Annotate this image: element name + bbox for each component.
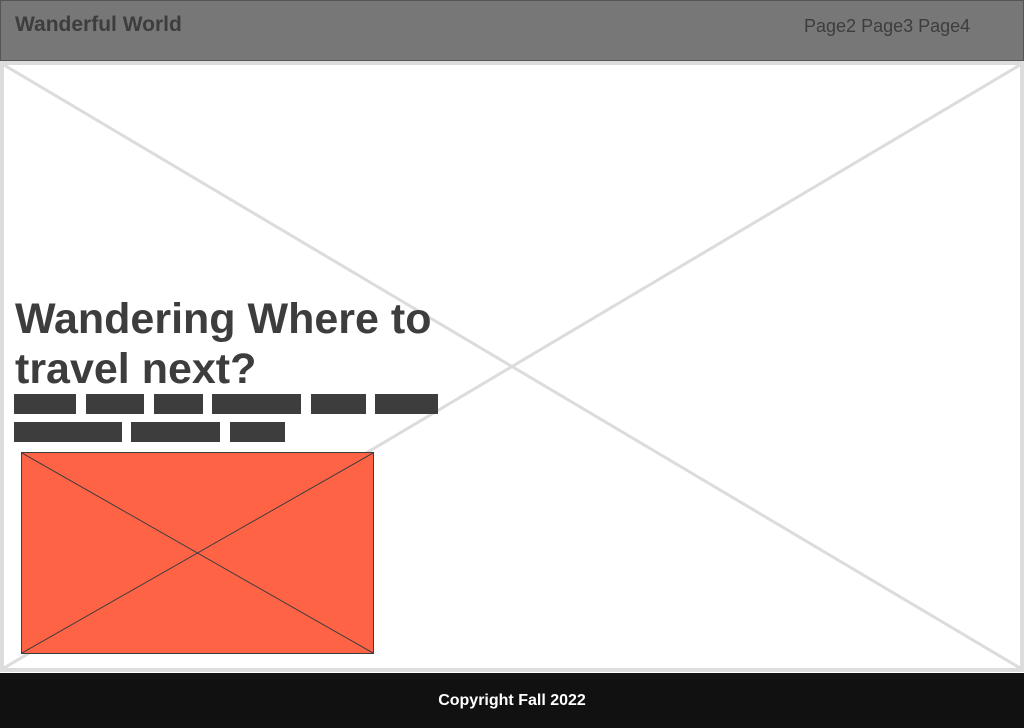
hero-headline: Wandering Where to travel next? xyxy=(15,295,432,393)
thumbnail-image-placeholder-icon xyxy=(22,453,373,653)
page: Wanderful World Page2 Page3 Page4 Wander… xyxy=(0,0,1024,728)
placeholder-text-block xyxy=(230,422,285,442)
placeholder-text-block xyxy=(375,394,438,414)
nav-link-page2[interactable]: Page2 xyxy=(804,15,856,37)
top-bar: Wanderful World Page2 Page3 Page4 xyxy=(0,0,1024,61)
site-title[interactable]: Wanderful World xyxy=(15,13,182,37)
thumbnail-image-placeholder[interactable] xyxy=(21,452,374,654)
placeholder-text-block xyxy=(14,394,76,414)
placeholder-text-block xyxy=(86,394,144,414)
copyright-text: Copyright Fall 2022 xyxy=(438,691,586,709)
top-nav: Page2 Page3 Page4 xyxy=(804,15,970,37)
placeholder-text-block xyxy=(131,422,220,442)
placeholder-text-block xyxy=(154,394,203,414)
footer: Copyright Fall 2022 xyxy=(0,673,1024,728)
placeholder-text-block xyxy=(212,394,301,414)
placeholder-text-block xyxy=(311,394,366,414)
nav-link-page4[interactable]: Page4 xyxy=(918,15,970,37)
nav-link-page3[interactable]: Page3 xyxy=(861,15,913,37)
placeholder-text-block xyxy=(14,422,122,442)
